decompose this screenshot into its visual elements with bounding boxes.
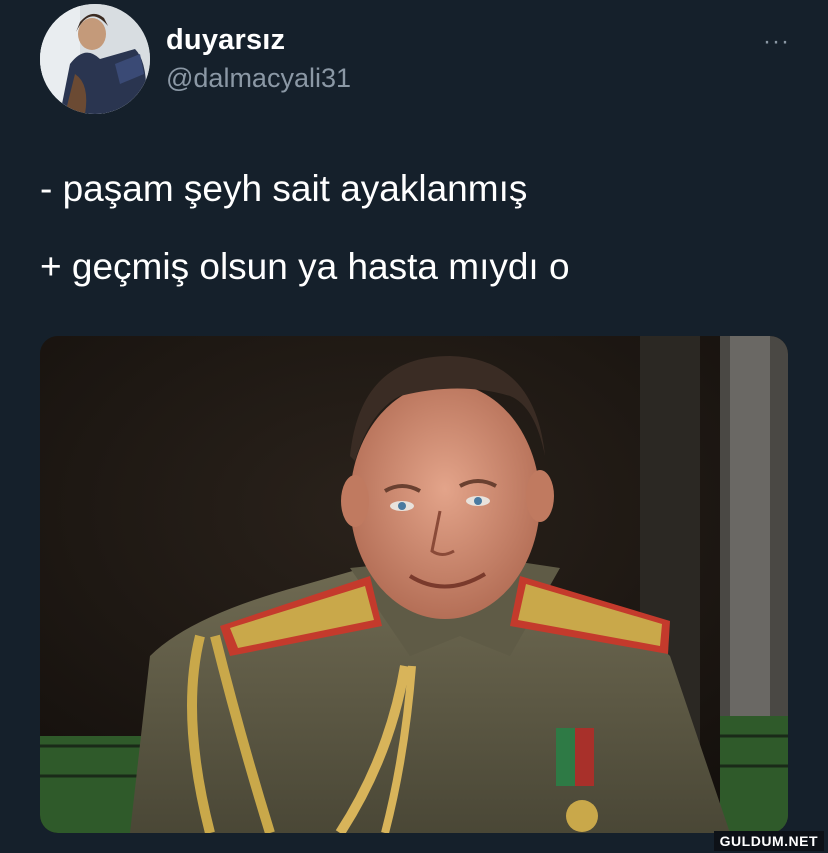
tweet-line: - paşam şeyh sait ayaklanmış <box>40 168 528 209</box>
user-handle[interactable]: @dalmacyali31 <box>166 63 351 94</box>
display-name[interactable]: duyarsız <box>166 24 351 57</box>
tweet-line: + geçmiş olsun ya hasta mıydı o <box>40 246 570 287</box>
tweet-header: duyarsız @dalmacyali31 ··· <box>40 4 790 114</box>
tweet-image[interactable] <box>40 336 788 833</box>
avatar[interactable] <box>40 4 150 114</box>
avatar-image <box>40 4 150 114</box>
watermark: GULDUM.NET <box>713 831 824 851</box>
photo-general <box>40 336 788 833</box>
more-options-icon[interactable]: ··· <box>763 28 790 56</box>
tweet-text: - paşam şeyh sait ayaklanmış + geçmiş ol… <box>40 164 800 292</box>
